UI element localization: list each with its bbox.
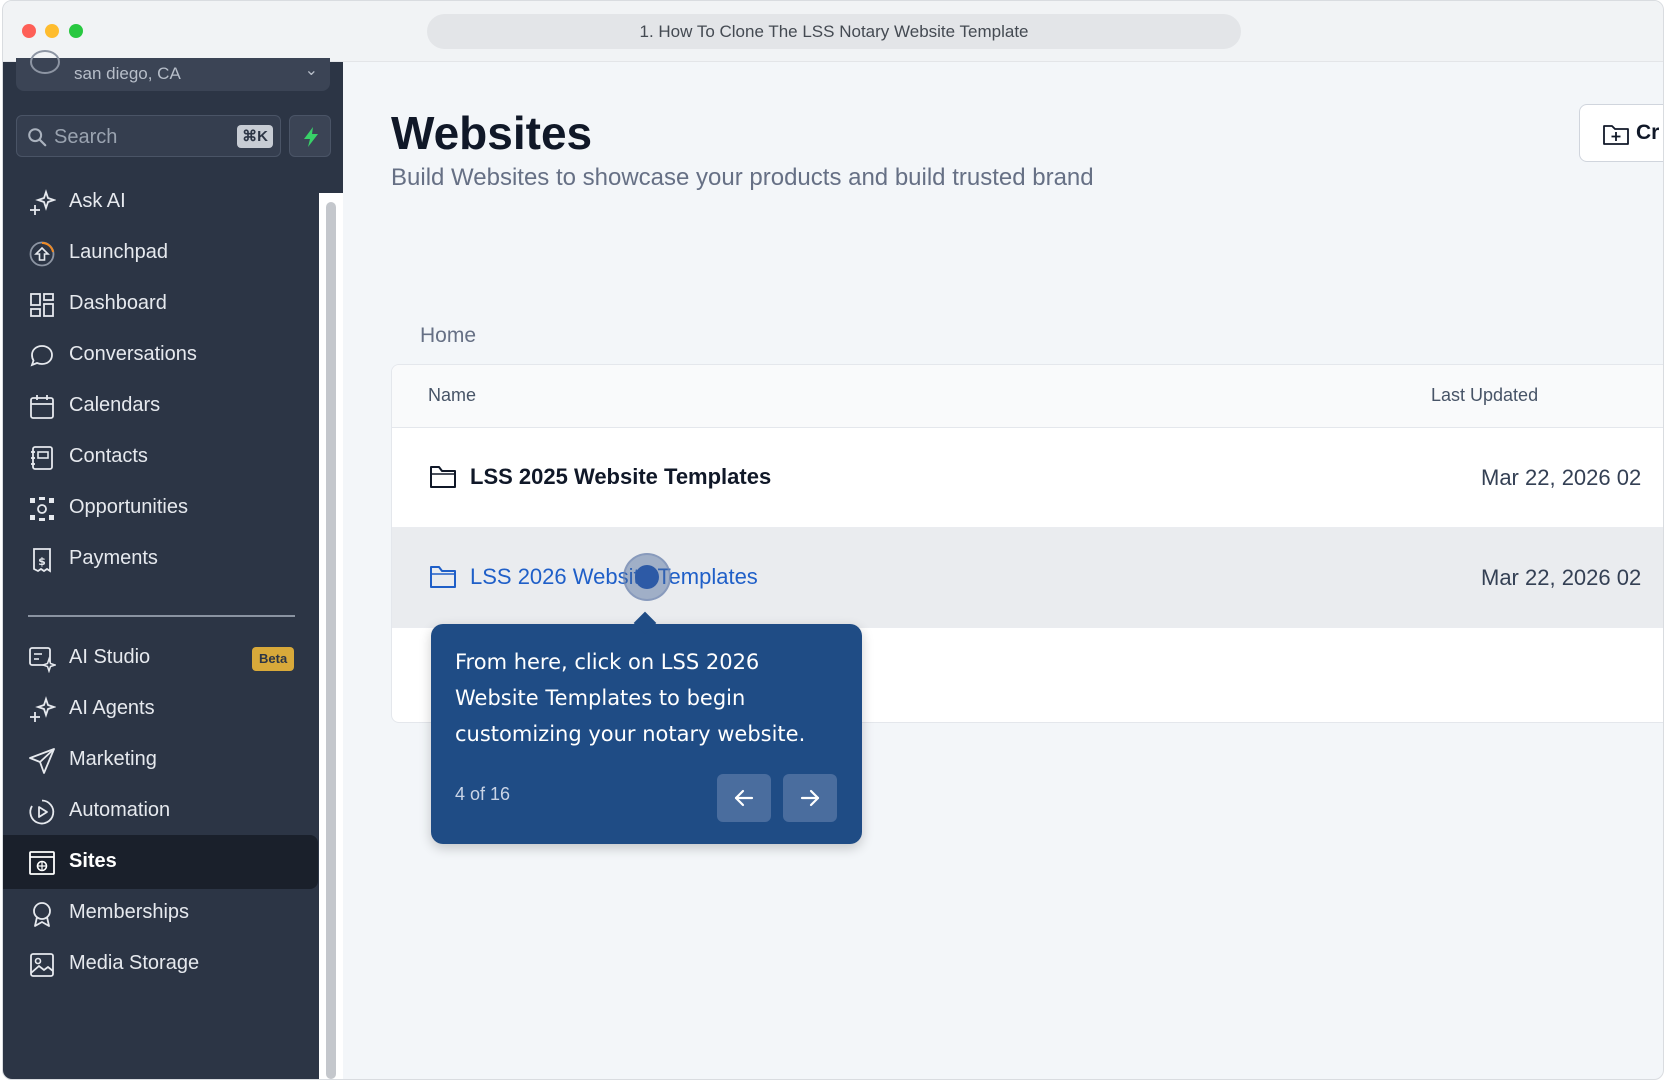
click-indicator <box>623 553 671 601</box>
sidebar-item-opportunities[interactable]: Opportunities <box>3 481 318 535</box>
sidebar-item-conversations[interactable]: Conversations <box>3 328 318 382</box>
create-folder-button[interactable]: Cr <box>1579 104 1663 162</box>
sidebar-item-label: Calendars <box>69 394 161 416</box>
sidebar-item-marketing[interactable]: Marketing <box>3 733 318 787</box>
lightning-icon <box>304 127 318 147</box>
step-counter: 4 of 16 <box>455 784 511 804</box>
sidebar: san diego, CA ⌄ Search ⌘K Ask AI Launchp… <box>3 50 343 1079</box>
next-step-button[interactable] <box>783 774 837 822</box>
launchpad-icon <box>29 241 55 267</box>
sidebar-item-ask-ai[interactable]: Ask AI <box>3 175 318 229</box>
table-row[interactable]: LSS 2025 Website Templates Mar 22, 2026 … <box>392 428 1663 528</box>
sidebar-item-label: Media Storage <box>69 952 200 974</box>
search-shortcut-badge: ⌘K <box>237 125 273 148</box>
browser-window: 1. How To Clone The LSS Notary Website T… <box>2 0 1664 1080</box>
address-bar[interactable]: 1. How To Clone The LSS Notary Website T… <box>427 14 1241 49</box>
main-content: Websites Build Websites to showcase your… <box>343 62 1663 1079</box>
create-button-label: Cr <box>1636 121 1660 144</box>
automation-icon <box>29 799 55 825</box>
sidebar-item-label: Sites <box>69 850 117 872</box>
sidebar-item-payments[interactable]: $ Payments <box>3 532 318 586</box>
sidebar-item-ai-studio[interactable]: AI Studio Beta <box>3 631 318 685</box>
ai-studio-icon <box>29 647 56 673</box>
arrow-left-icon <box>734 789 754 807</box>
sidebar-divider <box>28 615 295 617</box>
sidebar-item-dashboard[interactable]: Dashboard <box>3 277 318 331</box>
folder-icon <box>430 566 456 588</box>
location-switcher[interactable]: san diego, CA ⌄ <box>16 50 330 91</box>
sparkle-icon <box>30 189 56 215</box>
payments-icon: $ <box>33 548 51 573</box>
sidebar-item-sites[interactable]: Sites <box>3 835 318 889</box>
sidebar-item-ai-agents[interactable]: AI Agents <box>3 682 318 736</box>
sidebar-item-label: AI Agents <box>69 697 155 719</box>
tooltip-text: From here, click on LSS 2026 Website Tem… <box>455 650 806 746</box>
page-title: Websites <box>391 107 593 159</box>
beta-badge: Beta <box>252 647 295 671</box>
sidebar-item-label: Payments <box>69 547 158 569</box>
table-row[interactable]: LSS 2026 Website Templates Mar 22, 2026 … <box>392 528 1663 628</box>
folder-name[interactable]: LSS 2026 Website Templates <box>470 564 758 590</box>
sparkle-icon <box>30 696 56 722</box>
sidebar-item-contacts[interactable]: Contacts <box>3 430 318 484</box>
folder-plus-icon <box>1603 125 1629 145</box>
chevron-down-icon: ⌄ <box>304 62 318 79</box>
award-icon <box>33 902 51 927</box>
opportunities-icon <box>30 497 54 521</box>
arrow-right-icon <box>800 789 820 807</box>
sidebar-item-media-storage[interactable]: Media Storage <box>3 937 318 991</box>
page-subtitle: Build Websites to showcase your products… <box>391 164 1094 191</box>
calendar-icon <box>30 395 54 419</box>
last-updated: Mar 22, 2026 02 <box>1481 465 1642 490</box>
last-updated: Mar 22, 2026 02 <box>1481 565 1642 590</box>
column-header-last-updated[interactable]: Last Updated <box>1431 385 1538 406</box>
search-placeholder: Search <box>54 126 118 148</box>
contacts-icon <box>31 446 53 470</box>
image-icon <box>30 953 54 977</box>
quick-actions-button[interactable] <box>289 115 331 157</box>
sidebar-item-label: Marketing <box>69 748 157 770</box>
sidebar-item-calendars[interactable]: Calendars <box>3 379 318 433</box>
sidebar-item-memberships[interactable]: Memberships <box>3 886 318 940</box>
column-header-name[interactable]: Name <box>428 385 476 406</box>
sidebar-item-label: Launchpad <box>69 241 168 263</box>
sidebar-item-label: Conversations <box>69 343 197 365</box>
maximize-window-button[interactable] <box>69 24 83 38</box>
table-header: Name Last Updated <box>392 365 1663 428</box>
title-bar: 1. How To Clone The LSS Notary Website T… <box>3 1 1663 62</box>
minimize-window-button[interactable] <box>45 24 59 38</box>
sites-icon <box>29 851 55 875</box>
sidebar-scrollbar[interactable] <box>319 193 343 1079</box>
location-name: san diego, CA <box>74 64 181 83</box>
sidebar-item-label: Dashboard <box>69 292 167 314</box>
sidebar-item-label: Ask AI <box>69 190 126 212</box>
send-icon <box>29 748 55 774</box>
sidebar-item-label: Opportunities <box>69 496 188 518</box>
breadcrumb[interactable]: Home <box>420 324 476 348</box>
folder-icon <box>430 466 456 488</box>
dashboard-icon <box>30 293 54 317</box>
tour-tooltip: From here, click on LSS 2026 Website Tem… <box>431 624 862 844</box>
previous-step-button[interactable] <box>717 774 771 822</box>
search-input[interactable]: Search ⌘K <box>16 115 281 157</box>
sidebar-item-launchpad[interactable]: Launchpad <box>3 226 318 280</box>
sidebar-item-label: Contacts <box>69 445 148 467</box>
sidebar-item-automation[interactable]: Automation <box>3 784 318 838</box>
folder-name[interactable]: LSS 2025 Website Templates <box>470 464 771 490</box>
sidebar-item-label: Memberships <box>69 901 190 923</box>
chat-icon <box>30 345 53 367</box>
sidebar-item-label: AI Studio <box>69 646 151 668</box>
location-avatar <box>30 50 60 74</box>
svg-text:$: $ <box>38 555 46 568</box>
close-window-button[interactable] <box>22 24 36 38</box>
search-icon <box>26 126 48 153</box>
scrollbar-thumb[interactable] <box>326 202 336 1079</box>
sidebar-item-label: Automation <box>69 799 171 821</box>
